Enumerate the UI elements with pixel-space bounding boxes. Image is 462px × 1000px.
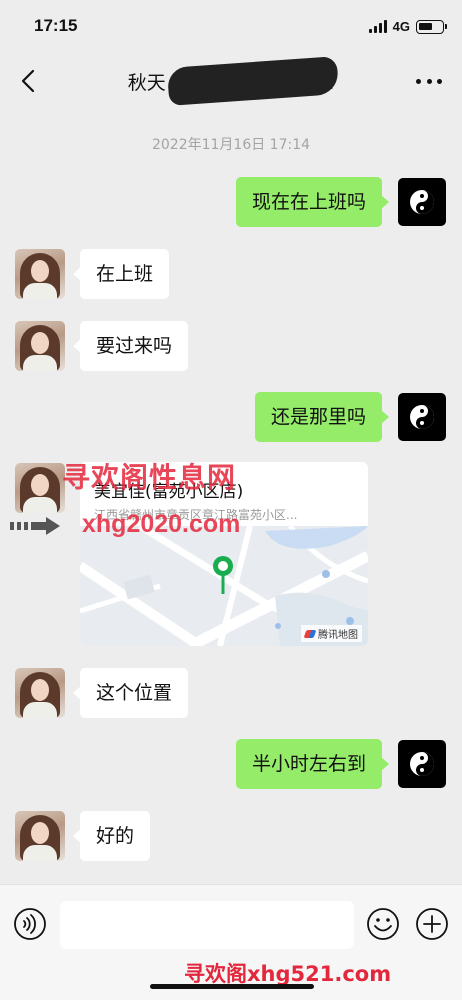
ellipsis-icon[interactable] — [416, 70, 442, 92]
status-indicators: 4G — [368, 19, 447, 34]
location-map[interactable]: 腾讯地图 — [80, 526, 368, 646]
message-timestamp: 2022年11月16日 17:14 — [151, 137, 311, 153]
message-bubble-incoming[interactable]: 好的 — [72, 811, 151, 861]
status-bar: 17:15 4G — [0, 0, 462, 56]
home-indicator[interactable] — [150, 984, 314, 989]
avatar-self[interactable] — [398, 740, 446, 788]
plus-icon[interactable] — [415, 907, 449, 941]
network-type: 4G — [392, 19, 410, 34]
chat-header: 秋天19832 — [0, 56, 462, 108]
yin-yang-icon — [410, 190, 434, 214]
signal-icon — [368, 20, 387, 33]
message-bubble-outgoing[interactable]: 现在在上班吗 — [235, 177, 390, 227]
emoji-icon[interactable] — [366, 907, 400, 941]
message-bubble-incoming[interactable]: 要过来吗 — [72, 321, 189, 371]
watermark-text: 寻欢阁性息网 — [62, 461, 237, 494]
map-credit: 腾讯地图 — [301, 625, 362, 642]
chat-title-name: 秋天 — [127, 72, 166, 94]
avatar-contact[interactable] — [15, 463, 65, 513]
yin-yang-icon — [410, 405, 434, 429]
message-bubble-incoming[interactable]: 在上班 — [72, 249, 170, 299]
avatar-self[interactable] — [398, 178, 446, 226]
message-bubble-outgoing[interactable]: 还是那里吗 — [254, 392, 390, 442]
avatar-self[interactable] — [398, 393, 446, 441]
yin-yang-icon — [410, 752, 434, 776]
redaction-scribble — [166, 56, 340, 106]
battery-icon — [416, 19, 447, 34]
voice-icon[interactable] — [13, 907, 47, 941]
message-bubble-outgoing[interactable]: 半小时左右到 — [235, 739, 390, 789]
message-input[interactable] — [60, 901, 354, 949]
avatar-contact[interactable] — [15, 811, 65, 861]
map-credit-text: 腾讯地图 — [318, 630, 358, 641]
avatar-contact[interactable] — [15, 321, 65, 371]
tencent-map-logo-icon — [303, 629, 317, 638]
avatar-contact[interactable] — [15, 668, 65, 718]
avatar-contact[interactable] — [15, 249, 65, 299]
message-bubble-incoming[interactable]: 这个位置 — [72, 668, 189, 718]
arrow-right-icon — [10, 517, 60, 535]
watermark-url: xhg2020.com — [82, 510, 241, 538]
status-time: 17:15 — [34, 16, 78, 35]
